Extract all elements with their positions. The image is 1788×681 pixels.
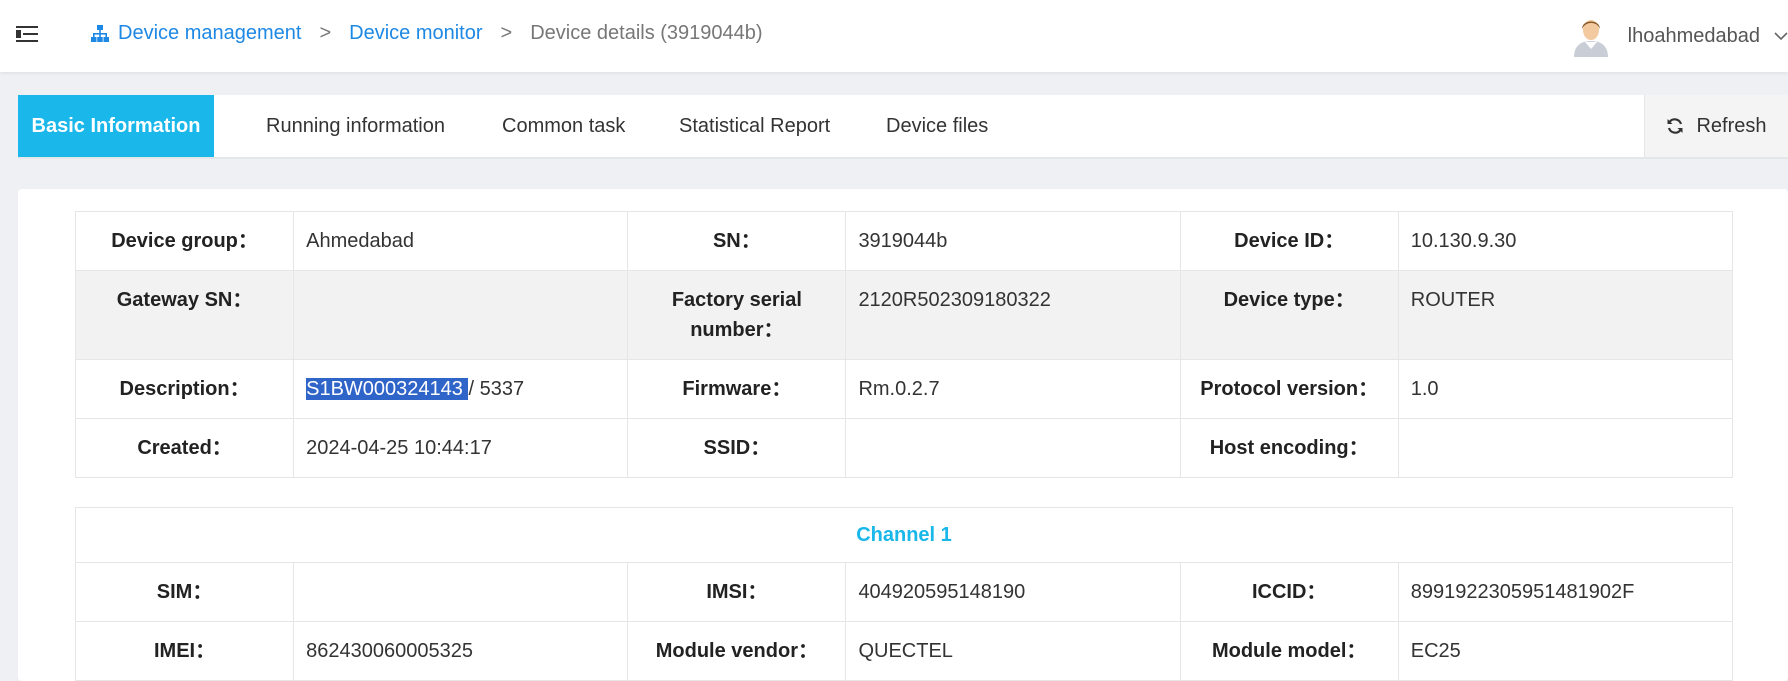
host-encoding-label: Host encoding： xyxy=(1179,418,1399,478)
refresh-icon xyxy=(1667,118,1683,134)
protocol-version-value: 1.0 xyxy=(1397,359,1734,419)
table-row: Created： 2024-04-25 10:44:17 SSID： Host … xyxy=(74,418,1734,478)
protocol-version-label: Protocol version： xyxy=(1179,359,1399,419)
basic-info-table: Device group： Ahmedabad SN： 3919044b Dev… xyxy=(74,211,1734,478)
breadcrumb-separator: > xyxy=(319,22,332,44)
description-value: S1BW000324143 / 5337 xyxy=(293,359,629,419)
host-encoding-value xyxy=(1397,418,1734,478)
imei-value: 862430060005325 xyxy=(293,621,629,681)
tab-bar: Basic Information Running information Co… xyxy=(18,95,1788,159)
sim-value xyxy=(293,562,629,622)
device-type-value: ROUTER xyxy=(1397,270,1734,360)
device-id-label: Device ID： xyxy=(1179,211,1399,271)
breadcrumb-current: Device details (3919044b) xyxy=(530,22,763,44)
sim-label: SIM： xyxy=(74,562,295,622)
content-panel: Device group： Ahmedabad SN： 3919044b Dev… xyxy=(18,189,1788,681)
tab-device-files[interactable]: Device files xyxy=(886,95,988,157)
table-row: Channel 1 xyxy=(75,507,1733,563)
factory-serial-value: 2120R502309180322 xyxy=(845,270,1181,360)
top-header: Device management > Device monitor > Dev… xyxy=(0,0,1788,72)
description-rest-text: / 5337 xyxy=(468,378,525,400)
module-model-value: EC25 xyxy=(1397,621,1734,681)
sitemap-icon xyxy=(91,24,109,42)
firmware-value: Rm.0.2.7 xyxy=(845,359,1181,419)
created-value: 2024-04-25 10:44:17 xyxy=(293,418,629,478)
created-label: Created： xyxy=(74,418,295,478)
gateway-sn-label: Gateway SN： xyxy=(74,270,295,360)
imsi-label: IMSI： xyxy=(627,562,847,622)
channel-title: Channel 1 xyxy=(75,507,1733,563)
breadcrumb-separator: > xyxy=(500,22,513,44)
username[interactable]: lhoahmedabad xyxy=(1628,25,1760,48)
factory-serial-label: Factory serial number： xyxy=(627,270,847,360)
iccid-label: ICCID： xyxy=(1179,562,1399,622)
device-id-value: 10.130.9.30 xyxy=(1397,211,1734,271)
iccid-value: 8991922305951481902F xyxy=(1397,562,1734,622)
module-model-label: Module model： xyxy=(1179,621,1399,681)
device-group-label: Device group： xyxy=(74,211,295,271)
sn-value: 3919044b xyxy=(845,211,1181,271)
user-avatar xyxy=(1573,20,1608,57)
sn-label: SN： xyxy=(627,211,847,271)
breadcrumb-device-management[interactable]: Device management xyxy=(118,22,301,45)
description-label: Description： xyxy=(74,359,295,419)
tab-basic-information[interactable]: Basic Information xyxy=(18,95,214,157)
table-row: SIM： IMSI： 404920595148190 ICCID： 899192… xyxy=(74,562,1734,622)
table-row: IMEI： 862430060005325 Module vendor： QUE… xyxy=(74,621,1734,681)
imsi-value: 404920595148190 xyxy=(845,562,1181,622)
firmware-label: Firmware： xyxy=(627,359,847,419)
module-vendor-value: QUECTEL xyxy=(845,621,1181,681)
device-group-value: Ahmedabad xyxy=(293,211,629,271)
device-type-label: Device type： xyxy=(1179,270,1399,360)
tab-common-task[interactable]: Common task xyxy=(502,95,625,157)
channel-table: Channel 1 SIM： IMSI： 404920595148190 ICC… xyxy=(74,507,1734,681)
chevron-down-icon[interactable] xyxy=(1774,31,1788,41)
description-selected-text: S1BW000324143 xyxy=(306,378,469,400)
table-row: Description： S1BW000324143 / 5337 Firmwa… xyxy=(74,359,1734,419)
table-row: Device group： Ahmedabad SN： 3919044b Dev… xyxy=(74,211,1734,271)
refresh-label: Refresh xyxy=(1696,114,1767,137)
tab-statistical-report[interactable]: Statistical Report xyxy=(679,95,830,157)
ssid-value xyxy=(845,418,1181,478)
breadcrumb: Device management > Device monitor > Dev… xyxy=(90,22,763,45)
refresh-button[interactable]: Refresh xyxy=(1644,95,1788,157)
tab-running-information[interactable]: Running information xyxy=(266,95,445,157)
table-row: Gateway SN： Factory serial number： 2120R… xyxy=(74,270,1734,360)
ssid-label: SSID： xyxy=(627,418,847,478)
menu-toggle-icon[interactable] xyxy=(16,24,40,46)
gateway-sn-value xyxy=(293,270,629,360)
breadcrumb-device-monitor[interactable]: Device monitor xyxy=(349,22,482,45)
user-menu[interactable]: lhoahmedabad xyxy=(1572,14,1788,58)
imei-label: IMEI： xyxy=(74,621,295,681)
module-vendor-label: Module vendor： xyxy=(627,621,847,681)
